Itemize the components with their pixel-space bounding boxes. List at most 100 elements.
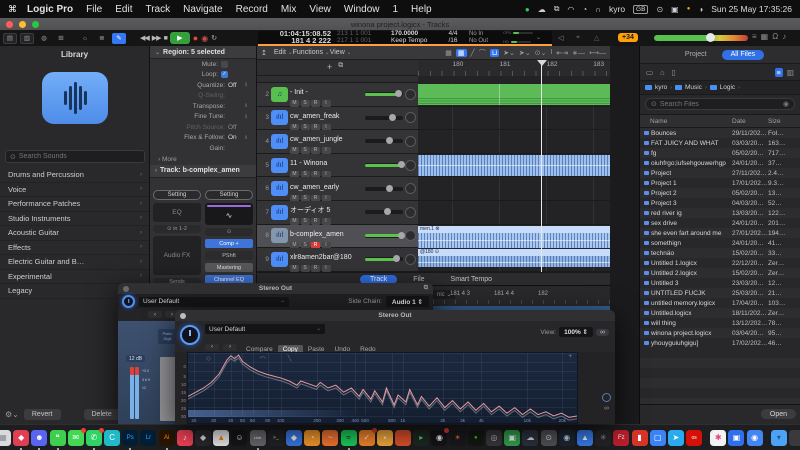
track-row[interactable]: 4 ılıl cw_amen_jungle M S R I: [257, 130, 610, 154]
column-size[interactable]: Size: [768, 118, 794, 125]
audio-region[interactable]: @180 ⊙: [418, 249, 610, 267]
dock-app-icon[interactable]: ♪: [177, 430, 193, 446]
dock-app-icon[interactable]: ▣: [504, 430, 520, 446]
next-preset-button[interactable]: ›: [223, 344, 237, 351]
menu-item[interactable]: Logic Pro: [27, 4, 73, 15]
param-value[interactable]: Off: [228, 82, 244, 89]
cmd-click-tool-icon[interactable]: ➤⌄: [519, 49, 531, 57]
arrange-menu[interactable]: View: [330, 49, 352, 56]
view-zoom-value[interactable]: 100% ⇕: [559, 327, 593, 337]
dock-app-icon[interactable]: ◉: [431, 430, 447, 446]
track-pan-knob[interactable]: [405, 160, 416, 171]
dock-app-icon[interactable]: ◉: [559, 430, 575, 446]
track-header[interactable]: 2 ♫ - Init - M S R I: [257, 83, 418, 106]
dock-app-icon[interactable]: ☁: [522, 430, 538, 446]
apple-menu-icon[interactable]: ⌘: [8, 4, 17, 15]
dock-app-icon[interactable]: >_: [268, 430, 284, 446]
file-row[interactable]: Project 2 05/02/20… 13…: [640, 188, 800, 198]
lcd-chevron-icon[interactable]: ⌄: [536, 34, 541, 41]
file-row[interactable]: somethign 24/01/20… 41…: [640, 238, 800, 248]
dock-app-icon[interactable]: ✆: [86, 430, 102, 446]
add-band-icon[interactable]: +: [568, 354, 572, 360]
file-row[interactable]: yhouyguiuhgigu] 17/02/202… 46…: [640, 338, 800, 348]
stop-button[interactable]: ■: [164, 35, 167, 42]
file-list-header[interactable]: Name Date Size: [640, 114, 800, 128]
dock-app-icon[interactable]: ✉: [68, 430, 84, 446]
region-param-row[interactable]: Transpose: ⇕: [150, 101, 256, 112]
close-icon[interactable]: [180, 313, 186, 319]
menu-item[interactable]: Record: [236, 4, 268, 15]
track-lane[interactable]: [418, 154, 610, 177]
headphones-icon[interactable]: ∩: [595, 5, 601, 14]
track-row[interactable]: 2 ♫ - Init - M S R I: [257, 83, 610, 107]
text-tool-icon[interactable]: I: [550, 49, 552, 56]
file-row[interactable]: FAT JUICY AND WHAT 03/03/20… 163…: [640, 138, 800, 148]
track-name[interactable]: オーディオ 5: [290, 207, 330, 214]
track-row[interactable]: 5 ılıl 11 - Winona M S R I: [257, 154, 610, 178]
dock-app-icon[interactable]: Ai: [159, 430, 175, 446]
strip-eq-box[interactable]: EQ: [153, 203, 201, 222]
wifi-icon[interactable]: ◠: [567, 5, 574, 14]
snap-mode-icon[interactable]: ▦: [456, 49, 467, 57]
track-volume-slider[interactable]: [365, 116, 403, 120]
dock-app-icon[interactable]: [395, 430, 411, 446]
file-row[interactable]: Project 3 04/03/20… 52…: [640, 198, 800, 208]
delete-button[interactable]: Delete: [84, 409, 120, 420]
region-param-row[interactable]: Mute:: [150, 59, 256, 70]
plugin-slot[interactable]: Comp +: [205, 239, 253, 248]
plugin-title-bar[interactable]: Stereo Out: [175, 310, 615, 321]
strip-gain-reduction[interactable]: ⊙: [205, 228, 253, 236]
record-status-icon[interactable]: ◔: [582, 5, 587, 14]
dock-app-icon[interactable]: ▲: [213, 430, 229, 446]
plugin-slot[interactable]: Mastering: [205, 263, 253, 272]
file-row[interactable]: winona project.logicx 03/04/20… 95…: [640, 328, 800, 338]
param-value[interactable]: Off: [228, 124, 244, 131]
library-category[interactable]: Effects ›: [0, 241, 150, 256]
list-view-icon[interactable]: ≡: [775, 68, 783, 77]
track-volume-slider[interactable]: [365, 234, 403, 238]
strip-setting-button[interactable]: Setting: [205, 190, 253, 200]
v-zoom-slider[interactable]: ⟷—: [589, 49, 606, 57]
library-action-menu-icon[interactable]: ⚙⌄: [5, 410, 19, 419]
library-toggle-icon[interactable]: ▤: [3, 33, 17, 44]
playhead[interactable]: [541, 60, 542, 272]
plugin-window-front[interactable]: Stereo Out User Default⌄ ‹ › CompareCopy…: [175, 310, 615, 424]
track-pan-knob[interactable]: [405, 207, 416, 218]
library-category[interactable]: Acoustic Guitar ›: [0, 226, 150, 241]
cycle-button[interactable]: ↻: [211, 34, 216, 42]
dock-app-icon[interactable]: ❝: [50, 430, 66, 446]
add-track-button[interactable]: +: [327, 62, 332, 72]
file-row[interactable]: fg 05/02/20… 717…: [640, 148, 800, 158]
analyzer-toggle-icon[interactable]: [602, 393, 611, 402]
quick-help-icon[interactable]: ◍: [37, 33, 51, 44]
file-row[interactable]: she even fart around me 27/01/202… 194…: [640, 228, 800, 238]
track-header[interactable]: 9 ılıl xlr8amen2bar@180 M S R I: [257, 248, 418, 271]
dock-app-icon[interactable]: ➤: [668, 430, 684, 446]
file-row[interactable]: Untitled 1.logicx 22/12/20… Zer…: [640, 258, 800, 268]
file-row[interactable]: sex drive 24/01/20… 201…: [640, 218, 800, 228]
region-param-row[interactable]: Gain:: [150, 143, 256, 154]
screen-share-icon[interactable]: ●: [525, 5, 530, 14]
close-icon[interactable]: [123, 286, 129, 292]
track-name[interactable]: - Init -: [290, 89, 308, 96]
menu-item[interactable]: Track: [145, 4, 170, 15]
menu-item[interactable]: Help: [411, 4, 432, 15]
home-icon[interactable]: ⌂: [660, 68, 665, 77]
plugin-power-button[interactable]: [122, 295, 135, 308]
playhead-marker[interactable]: [537, 60, 547, 71]
tab-project[interactable]: Project: [676, 50, 716, 60]
master-volume-slider[interactable]: [654, 35, 748, 41]
flex-icon[interactable]: ⌒: [479, 48, 486, 58]
chain-icon[interactable]: ∞: [604, 405, 609, 412]
window-mode-icon[interactable]: ⧉: [424, 285, 428, 292]
dock-app-icon[interactable]: Ps: [122, 430, 138, 446]
breadcrumb-item[interactable]: Logic: [720, 84, 736, 91]
document-icon[interactable]: ▯: [672, 68, 676, 77]
track-volume-slider[interactable]: [365, 257, 403, 261]
region-param-row[interactable]: Pitch Source: Off: [150, 122, 256, 133]
library-search-input[interactable]: [19, 153, 140, 160]
record-button[interactable]: ●: [193, 33, 198, 43]
dock-app-icon[interactable]: os: [686, 430, 702, 446]
library-category[interactable]: Studio Instruments ›: [0, 212, 150, 227]
dock-app-icon[interactable]: ~: [322, 430, 338, 446]
